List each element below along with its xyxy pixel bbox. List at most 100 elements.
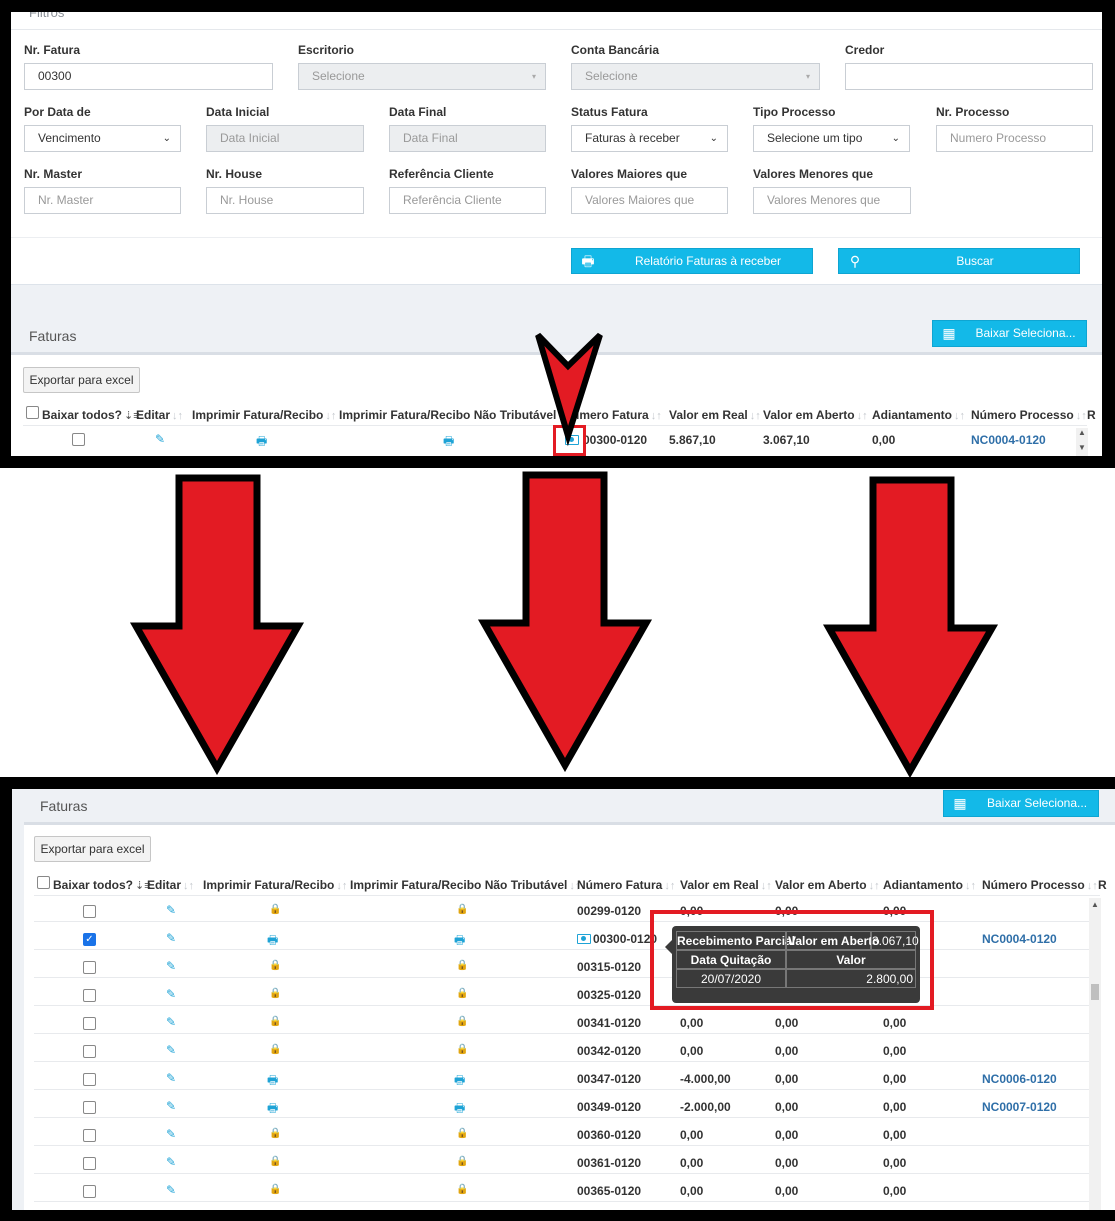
row-checkbox[interactable] [83, 989, 96, 1002]
baixar-todos-checkbox[interactable] [37, 876, 50, 889]
edit-icon[interactable]: ✎ [166, 1155, 176, 1169]
sort-icon: ↓↑ [760, 880, 772, 892]
row-checkbox[interactable] [83, 1017, 96, 1030]
col-extra[interactable]: R [1098, 878, 1107, 892]
lock-icon: 🔒 [456, 1128, 469, 1139]
row-checkbox[interactable] [83, 905, 96, 918]
lock-icon: 🔒 [269, 1184, 282, 1195]
edit-icon[interactable]: ✎ [166, 1127, 176, 1141]
row-checkbox[interactable]: ✓ [83, 933, 96, 946]
valor-real-cell: 0,00 [680, 1156, 704, 1170]
numero-processo-link[interactable]: NC0006-0120 [982, 1072, 1057, 1086]
sort-icon: ↓↑ [868, 880, 880, 892]
numero-fatura-cell: 00349-0120 [577, 1100, 642, 1114]
lock-icon: 🔒 [269, 1128, 282, 1139]
row-checkbox[interactable] [83, 1045, 96, 1058]
valor-real-cell: 0,00 [680, 1044, 704, 1058]
numero-fatura-cell: 00347-0120 [577, 1072, 642, 1086]
edit-icon[interactable]: ✎ [166, 1071, 176, 1085]
col-numero-processo[interactable]: Número Processo ↓↑ [982, 878, 1098, 892]
money-icon[interactable] [577, 934, 591, 944]
row-checkbox[interactable] [83, 1157, 96, 1170]
valor-real-cell: 0,00 [680, 1016, 704, 1030]
scrollbar[interactable]: ▲ [1089, 898, 1101, 1210]
row-checkbox[interactable] [83, 1129, 96, 1142]
numero-fatura-cell: 00360-0120 [577, 1128, 642, 1142]
exportar-excel-button[interactable]: Exportar para excel [34, 836, 151, 862]
numero-processo-link[interactable]: NC0004-0120 [982, 932, 1057, 946]
col-editar[interactable]: Editar ↓↑ [147, 878, 194, 892]
numero-fatura-cell: 00342-0120 [577, 1044, 642, 1058]
adiantamento-cell: 0,00 [883, 1156, 907, 1170]
valor-aberto-cell: 0,00 [775, 1128, 799, 1142]
adiantamento-cell: 0,00 [883, 1016, 907, 1030]
scroll-thumb[interactable] [1091, 984, 1099, 1000]
adiantamento-cell: 0,00 [883, 1128, 907, 1142]
lock-icon: 🔒 [456, 1156, 469, 1167]
faturas-table: Exportar para excel Baixar todos? ⇣≡ Edit… [24, 825, 1115, 1210]
col-adiantamento[interactable]: Adiantamento ↓↑ [883, 878, 976, 892]
valor-aberto-cell: 0,00 [775, 1016, 799, 1030]
sort-icon: ↓↑ [664, 880, 676, 892]
col-numero-fatura[interactable]: Número Fatura ↓↑ [577, 878, 675, 892]
row-checkbox[interactable] [83, 1101, 96, 1114]
row-checkbox[interactable] [83, 1073, 96, 1086]
lock-icon: 🔒 [456, 1044, 469, 1055]
down-arrow-right [822, 476, 999, 779]
valor-real-cell: -4.000,00 [680, 1072, 731, 1086]
row-divider [34, 1061, 1089, 1062]
sort-icon: ↓↑ [183, 880, 195, 892]
col-baixar-todos[interactable]: Baixar todos? ⇣≡ [53, 878, 151, 892]
col-valor-real[interactable]: Valor em Real ↓↑ [680, 878, 772, 892]
lock-icon: 🔒 [456, 1184, 469, 1195]
col-imprimir[interactable]: Imprimir Fatura/Recibo ↓↑ [203, 878, 347, 892]
scroll-up-icon[interactable]: ▲ [1089, 900, 1101, 909]
lock-icon: 🔒 [269, 904, 282, 915]
numero-fatura-cell: 00299-0120 [577, 904, 642, 918]
lock-icon: 🔒 [269, 960, 282, 971]
lock-icon: 🔒 [456, 904, 469, 915]
pointer-arrow [535, 332, 603, 447]
edit-icon[interactable]: ✎ [166, 931, 176, 945]
row-divider [34, 1145, 1089, 1146]
edit-icon[interactable]: ✎ [166, 1183, 176, 1197]
lock-icon: 🔒 [456, 960, 469, 971]
lock-icon: 🔒 [269, 1156, 282, 1167]
edit-icon[interactable]: ✎ [166, 959, 176, 973]
valor-real-cell: 0,00 [680, 1128, 704, 1142]
numero-fatura-cell: 00341-0120 [577, 1016, 642, 1030]
row-divider [34, 1089, 1089, 1090]
lock-icon: 🔒 [456, 1016, 469, 1027]
valor-aberto-cell: 0,00 [775, 1100, 799, 1114]
highlight-tooltip [650, 910, 934, 1010]
header-divider [34, 895, 1100, 896]
down-arrow-left [129, 474, 305, 776]
valor-aberto-cell: 0,00 [775, 1044, 799, 1058]
valor-real-cell: 0,00 [680, 1184, 704, 1198]
numero-fatura-cell: 00365-0120 [577, 1184, 642, 1198]
sort-icon: ↓↑ [336, 880, 348, 892]
row-checkbox[interactable] [83, 961, 96, 974]
valor-aberto-cell: 0,00 [775, 1072, 799, 1086]
lock-icon: 🔒 [456, 988, 469, 999]
calculator-icon: ▦ [953, 795, 967, 811]
edit-icon[interactable]: ✎ [166, 903, 176, 917]
col-valor-aberto[interactable]: Valor em Aberto ↓↑ [775, 878, 880, 892]
col-imprimir-nao-tributavel[interactable]: Imprimir Fatura/Recibo Não Tributável↓↑ [350, 878, 580, 892]
edit-icon[interactable]: ✎ [166, 1043, 176, 1057]
row-checkbox[interactable] [83, 1185, 96, 1198]
edit-icon[interactable]: ✎ [166, 987, 176, 1001]
lock-icon: 🔒 [269, 988, 282, 999]
down-arrow-middle [477, 471, 653, 773]
valor-aberto-cell: 0,00 [775, 1156, 799, 1170]
numero-fatura-cell: 00315-0120 [577, 960, 642, 974]
sort-icon: ↓↑ [965, 880, 977, 892]
numero-fatura-cell: 00325-0120 [577, 988, 642, 1002]
edit-icon[interactable]: ✎ [166, 1099, 176, 1113]
sort-icon: ↓↑ [1086, 880, 1098, 892]
numero-fatura-cell: 00300-0120 [593, 932, 658, 946]
edit-icon[interactable]: ✎ [166, 1015, 176, 1029]
baixar-selecionadas-button[interactable]: ▦ Baixar Seleciona... [943, 790, 1099, 817]
lock-icon: 🔒 [269, 1016, 282, 1027]
numero-processo-link[interactable]: NC0007-0120 [982, 1100, 1057, 1114]
